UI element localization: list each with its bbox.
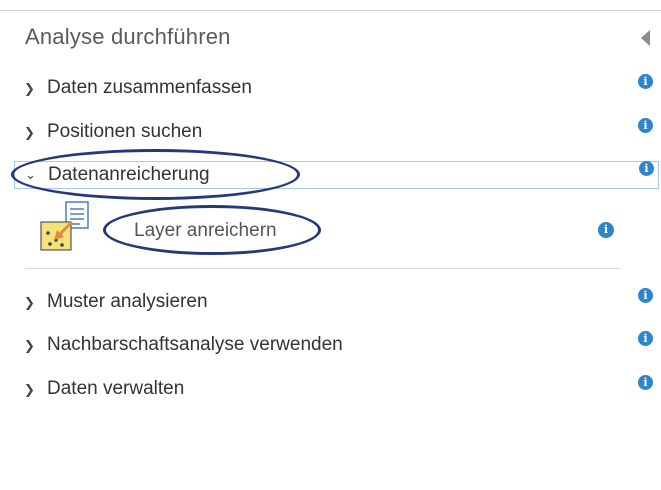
info-icon[interactable]: i [638, 288, 653, 303]
panel-title: Analyse durchführen [25, 24, 231, 49]
collapse-left-icon[interactable] [641, 30, 650, 46]
chevron-down-icon: ⌄ [25, 167, 36, 182]
chevron-right-icon: ❯ [24, 125, 35, 140]
info-icon[interactable]: i [598, 222, 614, 238]
category-positionen-suchen[interactable]: ❯ Positionen suchen i [14, 118, 659, 148]
category-daten-verwalten[interactable]: ❯ Daten verwalten i [14, 375, 659, 405]
category-label: Daten verwalten [47, 378, 185, 399]
category-label: Positionen suchen [47, 121, 203, 142]
chevron-right-icon: ❯ [24, 81, 35, 96]
info-icon[interactable]: i [638, 74, 653, 89]
category-nachbarschaftsanalyse-verwenden[interactable]: ❯ Nachbarschaftsanalyse verwenden i [14, 331, 659, 361]
category-label: Daten zusammenfassen [47, 77, 252, 98]
category-label: Nachbarschaftsanalyse verwenden [47, 334, 343, 355]
info-icon[interactable]: i [638, 375, 653, 390]
info-icon[interactable]: i [639, 161, 654, 176]
panel-top-border [0, 10, 661, 11]
category-label: Datenanreicherung [48, 164, 210, 185]
chevron-right-icon: ❯ [24, 295, 35, 310]
section-divider [25, 268, 620, 269]
tool-label: Layer anreichern [134, 220, 277, 241]
chevron-right-icon: ❯ [24, 382, 35, 397]
category-datenanreicherung[interactable]: ⌄ Datenanreicherung i [14, 161, 659, 189]
category-daten-zusammenfassen[interactable]: ❯ Daten zusammenfassen i [14, 74, 659, 104]
chevron-right-icon: ❯ [24, 338, 35, 353]
info-icon[interactable]: i [638, 118, 653, 133]
enrich-layer-icon [40, 201, 89, 251]
category-muster-analysieren[interactable]: ❯ Muster analysieren i [14, 288, 659, 318]
tool-layer-anreichern[interactable]: Layer anreichern i [38, 200, 628, 256]
category-label: Muster analysieren [47, 291, 208, 312]
info-icon[interactable]: i [638, 331, 653, 346]
